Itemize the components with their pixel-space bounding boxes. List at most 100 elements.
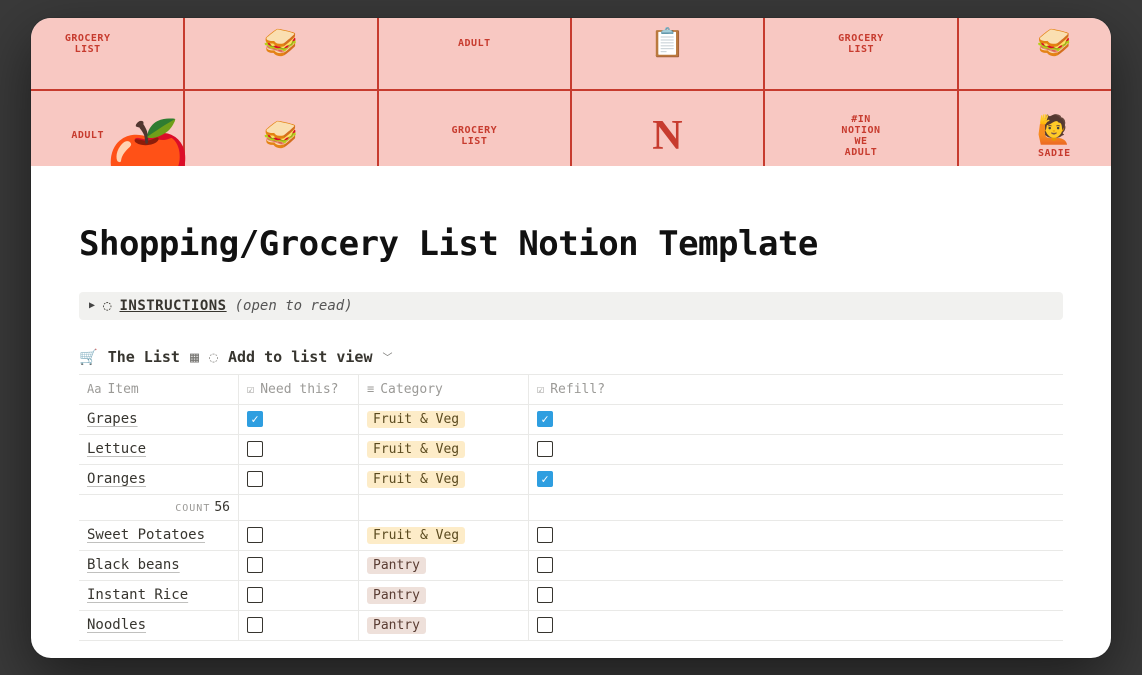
cell-category[interactable]: Fruit & Veg <box>359 465 529 494</box>
grocery-table: Aa Item ☑ Need this? ≡ Category ☑ Refill… <box>79 374 1063 641</box>
cell-refill[interactable] <box>529 581 1063 610</box>
cell-category[interactable]: Pantry <box>359 551 529 580</box>
toggle-triangle-icon: ▶ <box>89 300 95 311</box>
cell-refill[interactable]: ✓ <box>529 465 1063 494</box>
cell-item[interactable]: Grapes <box>79 405 239 434</box>
col-header-item-label: Item <box>107 382 138 397</box>
category-tag: Fruit & Veg <box>367 527 465 544</box>
cell-need-this[interactable] <box>239 521 359 550</box>
checkbox[interactable] <box>247 557 263 573</box>
app-window: GROCERYLIST🥪ADULT📋GROCERYLIST🥪ADULT🥪GROC… <box>31 18 1111 658</box>
table-row[interactable]: Grapes ✓ Fruit & Veg ✓ <box>79 405 1063 435</box>
view-tab-the-list[interactable]: The List <box>108 348 180 366</box>
table-row[interactable]: Noodles Pantry <box>79 611 1063 641</box>
chevron-down-icon[interactable]: ﹀ <box>383 349 393 364</box>
page-icon[interactable]: 🍎 <box>103 122 193 166</box>
cell-item[interactable]: Lettuce <box>79 435 239 464</box>
cell-refill[interactable] <box>529 521 1063 550</box>
table-header-row: Aa Item ☑ Need this? ≡ Category ☑ Refill… <box>79 375 1063 405</box>
text-property-icon: Aa <box>87 382 101 396</box>
col-header-category[interactable]: ≡ Category <box>359 375 529 404</box>
cell-item[interactable]: Sweet Potatoes <box>79 521 239 550</box>
checkbox[interactable]: ✓ <box>537 411 553 427</box>
cell-refill[interactable] <box>529 435 1063 464</box>
cell-refill[interactable] <box>529 551 1063 580</box>
toggle-label: INSTRUCTIONS <box>119 298 226 314</box>
banner-tile: ADULT <box>377 18 572 91</box>
cell-item[interactable]: Noodles <box>79 611 239 640</box>
checkbox[interactable] <box>247 471 263 487</box>
cell-need-this[interactable]: ✓ <box>239 405 359 434</box>
checkbox[interactable] <box>537 527 553 543</box>
database-view-tabs: 🛒 The List ▦ ◌ Add to list view ﹀ <box>79 348 1063 366</box>
cell-category[interactable]: Fruit & Veg <box>359 405 529 434</box>
col-header-item[interactable]: Aa Item <box>79 375 239 404</box>
checkbox[interactable] <box>537 617 553 633</box>
table-row[interactable]: Sweet Potatoes Fruit & Veg <box>79 521 1063 551</box>
table-row[interactable]: Lettuce Fruit & Veg <box>79 435 1063 465</box>
view-loading-icon: ◌ <box>209 348 218 366</box>
banner-tile: #INNOTIONWEADULT <box>763 89 958 166</box>
cell-need-this[interactable] <box>239 581 359 610</box>
table-row[interactable]: Black beans Pantry <box>79 551 1063 581</box>
cell-need-this[interactable] <box>239 551 359 580</box>
col-header-refill[interactable]: ☑ Refill? <box>529 375 1063 404</box>
toggle-hint: (open to read) <box>235 298 353 314</box>
banner-tile: GROCERYLIST <box>31 18 185 91</box>
checkbox[interactable]: ✓ <box>537 471 553 487</box>
cell-item[interactable]: Instant Rice <box>79 581 239 610</box>
instructions-toggle[interactable]: ▶ ◌ INSTRUCTIONS (open to read) <box>79 292 1063 320</box>
table-view-icon: ▦ <box>190 348 199 366</box>
banner-tile: 📋 <box>570 18 765 91</box>
checkbox[interactable] <box>537 587 553 603</box>
banner-tile: 🙋SADIE <box>957 89 1111 166</box>
checkbox[interactable] <box>247 617 263 633</box>
banner-tile: GROCERYLIST <box>763 18 958 91</box>
cell-need-this[interactable] <box>239 435 359 464</box>
col-header-refill-label: Refill? <box>550 382 605 397</box>
banner-tile: GROCERYLIST <box>377 89 572 166</box>
col-header-need-label: Need this? <box>260 382 338 397</box>
cell-category[interactable]: Fruit & Veg <box>359 435 529 464</box>
cell-item[interactable]: Oranges <box>79 465 239 494</box>
cell-need-this[interactable] <box>239 465 359 494</box>
select-property-icon: ≡ <box>367 382 374 396</box>
checkbox[interactable] <box>247 441 263 457</box>
category-tag: Pantry <box>367 617 426 634</box>
banner-tile: 🥪 <box>183 18 378 91</box>
table-row[interactable]: Oranges Fruit & Veg ✓ <box>79 465 1063 495</box>
banner-tile-grid: GROCERYLIST🥪ADULT📋GROCERYLIST🥪ADULT🥪GROC… <box>31 18 1111 166</box>
cell-category[interactable]: Pantry <box>359 581 529 610</box>
checkbox[interactable] <box>537 557 553 573</box>
cell-category[interactable]: Pantry <box>359 611 529 640</box>
checkbox[interactable] <box>247 587 263 603</box>
banner-tile: 🥪 <box>957 18 1111 91</box>
category-tag: Fruit & Veg <box>367 411 465 428</box>
checkbox[interactable] <box>247 527 263 543</box>
category-tag: Pantry <box>367 587 426 604</box>
table-row[interactable]: Instant Rice Pantry <box>79 581 1063 611</box>
col-header-need[interactable]: ☑ Need this? <box>239 375 359 404</box>
category-tag: Fruit & Veg <box>367 441 465 458</box>
cell-refill[interactable]: ✓ <box>529 405 1063 434</box>
cell-category[interactable]: Fruit & Veg <box>359 521 529 550</box>
cell-refill[interactable] <box>529 611 1063 640</box>
category-tag: Fruit & Veg <box>367 471 465 488</box>
cell-item[interactable]: Black beans <box>79 551 239 580</box>
checkbox-property-icon: ☑ <box>247 382 254 396</box>
cover-banner: GROCERYLIST🥪ADULT📋GROCERYLIST🥪ADULT🥪GROC… <box>31 18 1111 166</box>
page-title[interactable]: Shopping/Grocery List Notion Template <box>79 224 1063 264</box>
category-tag: Pantry <box>367 557 426 574</box>
col-header-category-label: Category <box>380 382 443 397</box>
cart-icon: 🛒 <box>79 348 98 366</box>
cell-need-this[interactable] <box>239 611 359 640</box>
view-tab-add-to-list[interactable]: Add to list view <box>228 348 373 366</box>
checkbox[interactable]: ✓ <box>247 411 263 427</box>
banner-tile: 🥪 <box>183 89 378 166</box>
toggle-small-icon: ◌ <box>103 298 111 314</box>
checkbox-property-icon: ☑ <box>537 382 544 396</box>
count-value: 56 <box>214 500 230 515</box>
checkbox[interactable] <box>537 441 553 457</box>
table-count-row: COUNT 56 <box>79 495 1063 521</box>
banner-tile: N <box>570 89 765 166</box>
